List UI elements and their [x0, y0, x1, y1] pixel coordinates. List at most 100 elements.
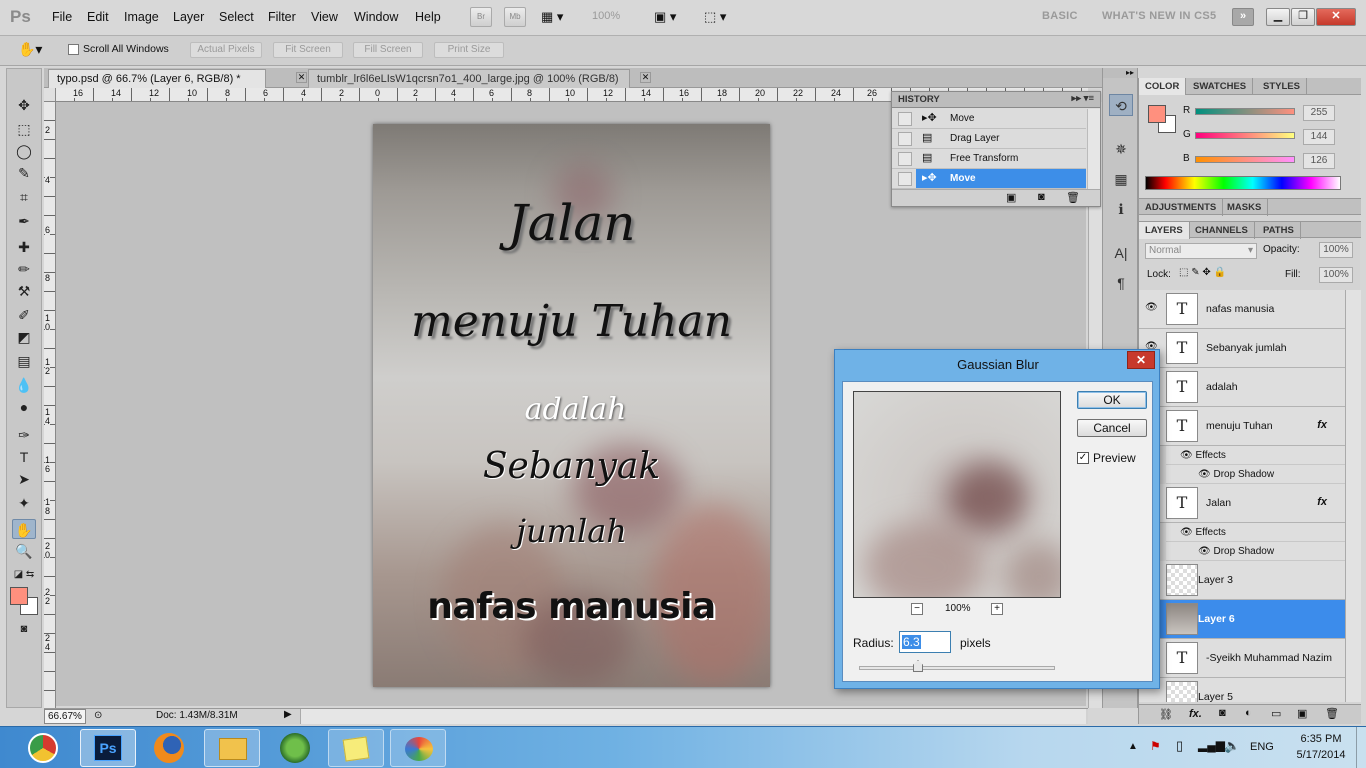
close-tab-icon[interactable]: ✕ — [640, 72, 651, 83]
tab-swatches[interactable]: SWATCHES — [1187, 78, 1254, 95]
menu-window[interactable]: Window — [354, 10, 398, 24]
shape-tool-icon[interactable]: ✦ — [12, 493, 36, 513]
crop-tool-icon[interactable]: ⌗ — [12, 187, 36, 207]
clock-time[interactable]: 6:35 PM — [1294, 733, 1348, 745]
view-extras-icon[interactable]: ▦ ▾ — [541, 9, 563, 25]
r-slider[interactable] — [1195, 108, 1295, 115]
layer-row[interactable]: 👁 T Sebanyak jumlah — [1139, 329, 1345, 368]
show-desktop-button[interactable] — [1356, 727, 1366, 768]
layer-row[interactable]: 👁 T nafas manusia — [1139, 290, 1345, 329]
new-document-from-state-icon[interactable]: ▣ — [1006, 191, 1016, 204]
drop-shadow-row[interactable]: 👁 Drop Shadow — [1166, 465, 1345, 484]
radius-input[interactable]: 6.3 — [899, 631, 951, 653]
blur-preview[interactable] — [853, 391, 1061, 598]
firefox-icon[interactable] — [154, 733, 184, 763]
more-workspaces-button[interactable]: » — [1232, 8, 1254, 26]
layer-name[interactable]: -Syeikh Muhammad Nazim — [1206, 652, 1332, 664]
blur-tool-icon[interactable]: 💧 — [12, 375, 36, 395]
close-tab-icon[interactable]: ✕ — [296, 72, 307, 83]
zoom-out-button[interactable]: − — [911, 603, 923, 615]
eye-icon[interactable]: 👁 — [1145, 302, 1158, 313]
b-slider[interactable] — [1195, 156, 1295, 163]
workspace-basic[interactable]: BASIC — [1042, 10, 1078, 22]
layer-name[interactable]: nafas manusia — [1206, 303, 1274, 315]
close-icon[interactable]: ✕ — [1316, 8, 1356, 26]
history-panel-icon[interactable]: ⟲ — [1109, 94, 1133, 116]
healing-brush-tool-icon[interactable]: ✚ — [12, 237, 36, 257]
type-tool-icon[interactable]: T — [12, 447, 36, 467]
clone-stamp-tool-icon[interactable]: ⚒ — [12, 281, 36, 301]
menu-image[interactable]: Image — [124, 10, 159, 24]
menu-edit[interactable]: Edit — [87, 10, 109, 24]
quick-mask-icon[interactable]: ◙ — [12, 619, 36, 639]
trash-icon[interactable]: 🗑 — [1066, 191, 1080, 204]
layer-row[interactable]: T Jalan fx — [1139, 484, 1345, 523]
ruler-origin[interactable] — [44, 88, 56, 102]
horizontal-scrollbar[interactable] — [300, 709, 1086, 724]
tab-layers[interactable]: LAYERS — [1139, 222, 1190, 239]
preview-checkbox[interactable]: ✓ — [1077, 452, 1089, 464]
lasso-tool-icon[interactable]: ◯ — [12, 141, 36, 161]
tab-masks[interactable]: MASKS — [1221, 199, 1269, 216]
layer-name[interactable]: Sebanyak jumlah — [1206, 342, 1287, 354]
layer-row[interactable]: T -Syeikh Muhammad Nazim — [1139, 639, 1345, 678]
bridge-button[interactable]: Br — [470, 7, 492, 27]
g-value-field[interactable]: 144 — [1303, 129, 1335, 145]
layer-effects-icon[interactable]: fx — [1317, 419, 1327, 431]
tab-tumblr-jpg[interactable]: tumblr_lr6l6eLIsW1qcrsn7o1_400_large.jpg… — [308, 69, 630, 88]
paragraph-panel-icon[interactable]: ¶ — [1109, 272, 1133, 294]
layer-name[interactable]: Layer 3 — [1198, 574, 1233, 586]
document-canvas[interactable]: Jalan menuju Tuhan adalah Sebanyak jumla… — [373, 124, 770, 687]
history-item[interactable]: ▸✥ Move — [892, 109, 1086, 129]
cancel-button[interactable]: Cancel — [1077, 419, 1147, 437]
brush-tool-icon[interactable]: ✏ — [12, 259, 36, 279]
hand-tool-icon[interactable]: ✋ — [12, 519, 36, 539]
r-value-field[interactable]: 255 — [1303, 105, 1335, 121]
gradient-tool-icon[interactable]: ▤ — [12, 351, 36, 371]
zoom-in-button[interactable]: + — [991, 603, 1003, 615]
close-icon[interactable]: ✕ — [1127, 351, 1155, 369]
histogram-panel-icon[interactable]: ▦ — [1109, 168, 1133, 190]
ok-button[interactable]: OK — [1077, 391, 1147, 409]
foreground-color-swatch[interactable] — [10, 587, 28, 605]
path-selection-tool-icon[interactable]: ➤ — [12, 469, 36, 489]
history-snapshot-checkbox[interactable] — [898, 112, 912, 126]
collapse-dock-icon[interactable]: ▸▸ — [1103, 68, 1137, 78]
layer-effects-icon[interactable]: fx — [1317, 496, 1327, 508]
navigator-panel-icon[interactable]: ✵ — [1109, 138, 1133, 160]
hand-tool-preset-icon[interactable]: ✋▾ — [18, 41, 42, 58]
character-panel-icon[interactable]: A| — [1109, 242, 1133, 264]
paint-taskbar-button[interactable] — [390, 729, 446, 767]
menu-view[interactable]: View — [311, 10, 338, 24]
status-menu-arrow-icon[interactable]: ▶ — [284, 709, 292, 720]
drop-shadow-row[interactable]: 👁 Drop Shadow — [1166, 542, 1345, 561]
pen-tool-icon[interactable]: ✑ — [12, 425, 36, 445]
history-brush-tool-icon[interactable]: ✐ — [12, 305, 36, 325]
color-spectrum-ramp[interactable] — [1145, 176, 1341, 190]
menu-layer[interactable]: Layer — [173, 10, 204, 24]
eye-icon[interactable]: 👁 — [1198, 546, 1211, 557]
layer-name[interactable]: Jalan — [1206, 497, 1231, 509]
tab-channels[interactable]: CHANNELS — [1189, 222, 1255, 239]
history-item[interactable]: ▤ Free Transform — [892, 149, 1086, 169]
scroll-all-windows-checkbox[interactable] — [68, 44, 79, 55]
link-layers-icon[interactable]: ⛓ — [1159, 708, 1173, 721]
layer-row[interactable]: T menuju Tuhan fx — [1139, 407, 1345, 446]
history-snapshot-checkbox[interactable] — [898, 172, 912, 186]
language-indicator[interactable]: ENG — [1250, 741, 1274, 753]
screen-mode-icon[interactable]: ⬚ ▾ — [704, 9, 726, 25]
b-value-field[interactable]: 126 — [1303, 153, 1335, 169]
vertical-ruler[interactable]: 2 4 6 8 1 0 1 2 1 4 1 6 1 8 2 0 2 2 2 4 — [44, 102, 56, 708]
eye-icon[interactable]: 👁 — [1198, 469, 1211, 480]
actual-pixels-button[interactable]: Actual Pixels — [190, 42, 262, 58]
globe-icon[interactable] — [280, 733, 310, 763]
trash-icon[interactable]: 🗑 — [1325, 707, 1339, 720]
history-item-selected[interactable]: ▸✥ Move — [892, 169, 1086, 189]
new-layer-icon[interactable]: ▣ — [1297, 707, 1307, 720]
tab-typo-psd[interactable]: typo.psd @ 66.7% (Layer 6, RGB/8) * — [48, 69, 266, 88]
layer-row[interactable]: Layer 3 — [1139, 561, 1345, 600]
new-group-icon[interactable]: ▭ — [1271, 707, 1281, 720]
panel-menu-icon[interactable]: ▸▸ ▾≡ — [1072, 93, 1095, 104]
opacity-field[interactable]: 100% — [1319, 242, 1353, 258]
menu-file[interactable]: File — [52, 10, 72, 24]
